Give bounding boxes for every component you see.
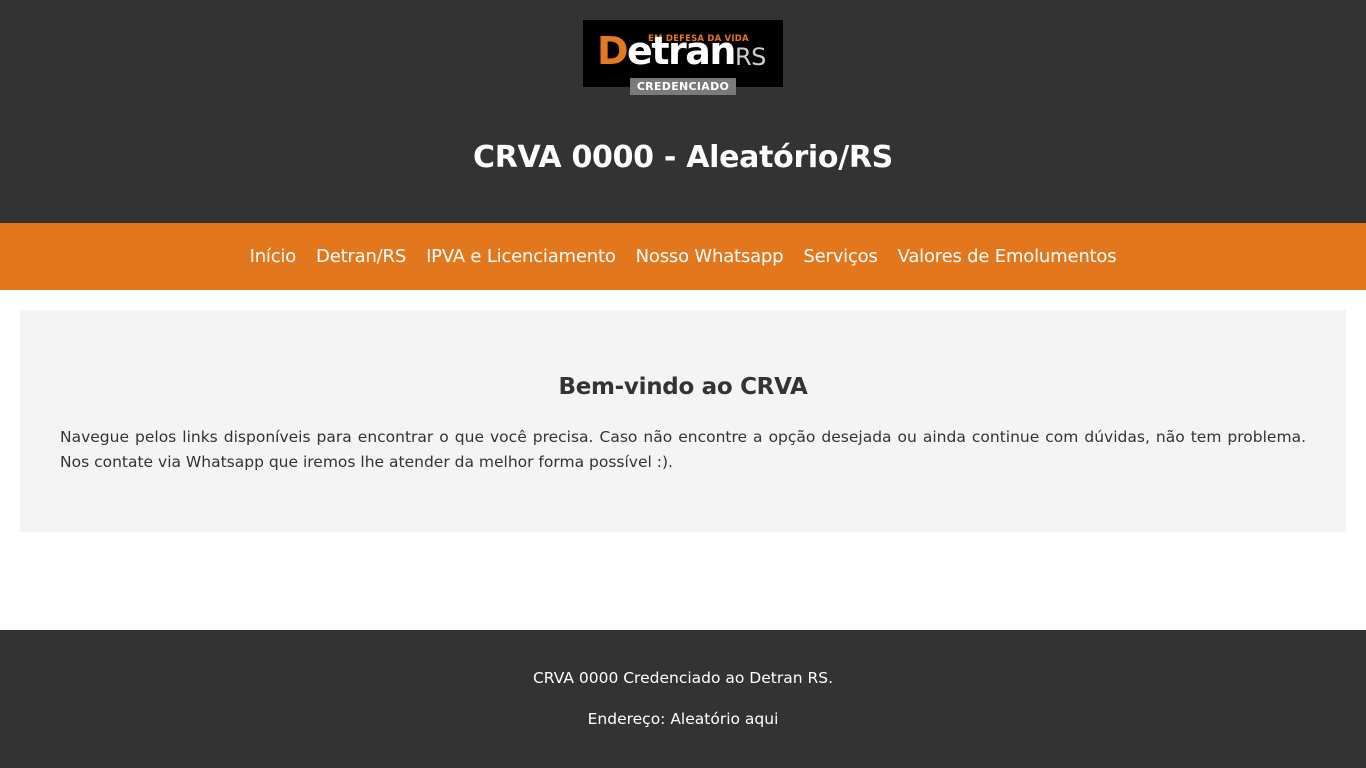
logo-wordmark-suffix: RS xyxy=(735,43,766,71)
site-footer: CRVA 0000 Credenciado ao Detran RS. Ende… xyxy=(0,630,1366,768)
nav-item-valores-emolumentos[interactable]: Valores de Emolumentos xyxy=(898,246,1117,267)
site-title: CRVA 0000 - Aleatório/RS xyxy=(473,140,893,175)
welcome-panel: Bem-vindo ao CRVA Navegue pelos links di… xyxy=(20,310,1346,532)
welcome-heading: Bem-vindo ao CRVA xyxy=(558,374,808,400)
nav-item-servicos[interactable]: Serviços xyxy=(803,246,877,267)
main-nav: Início Detran/RS IPVA e Licenciamento No… xyxy=(0,223,1366,290)
nav-item-detran-rs[interactable]: Detran/RS xyxy=(316,246,406,267)
footer-address: Endereço: Aleatório aqui xyxy=(587,710,779,728)
nav-item-inicio[interactable]: Início xyxy=(250,246,297,267)
page: EM DEFESA DA VIDA Detran RS CREDENCIADO … xyxy=(0,0,1366,768)
logo-wordmark-rest: etran xyxy=(627,29,736,73)
logo-wordmark-initial: D xyxy=(597,29,629,73)
detran-rs-logo[interactable]: EM DEFESA DA VIDA Detran RS CREDENCIADO xyxy=(583,20,783,95)
nav-item-whatsapp[interactable]: Nosso Whatsapp xyxy=(636,246,784,267)
nav-item-ipva-licenciamento[interactable]: IPVA e Licenciamento xyxy=(426,246,616,267)
site-header: EM DEFESA DA VIDA Detran RS CREDENCIADO … xyxy=(0,0,1366,223)
logo-wordmark: Detran xyxy=(597,28,736,74)
logo-badge: CREDENCIADO xyxy=(630,78,736,95)
welcome-text: Navegue pelos links disponíveis para enc… xyxy=(60,428,1306,471)
footer-credential: CRVA 0000 Credenciado ao Detran RS. xyxy=(532,669,834,687)
